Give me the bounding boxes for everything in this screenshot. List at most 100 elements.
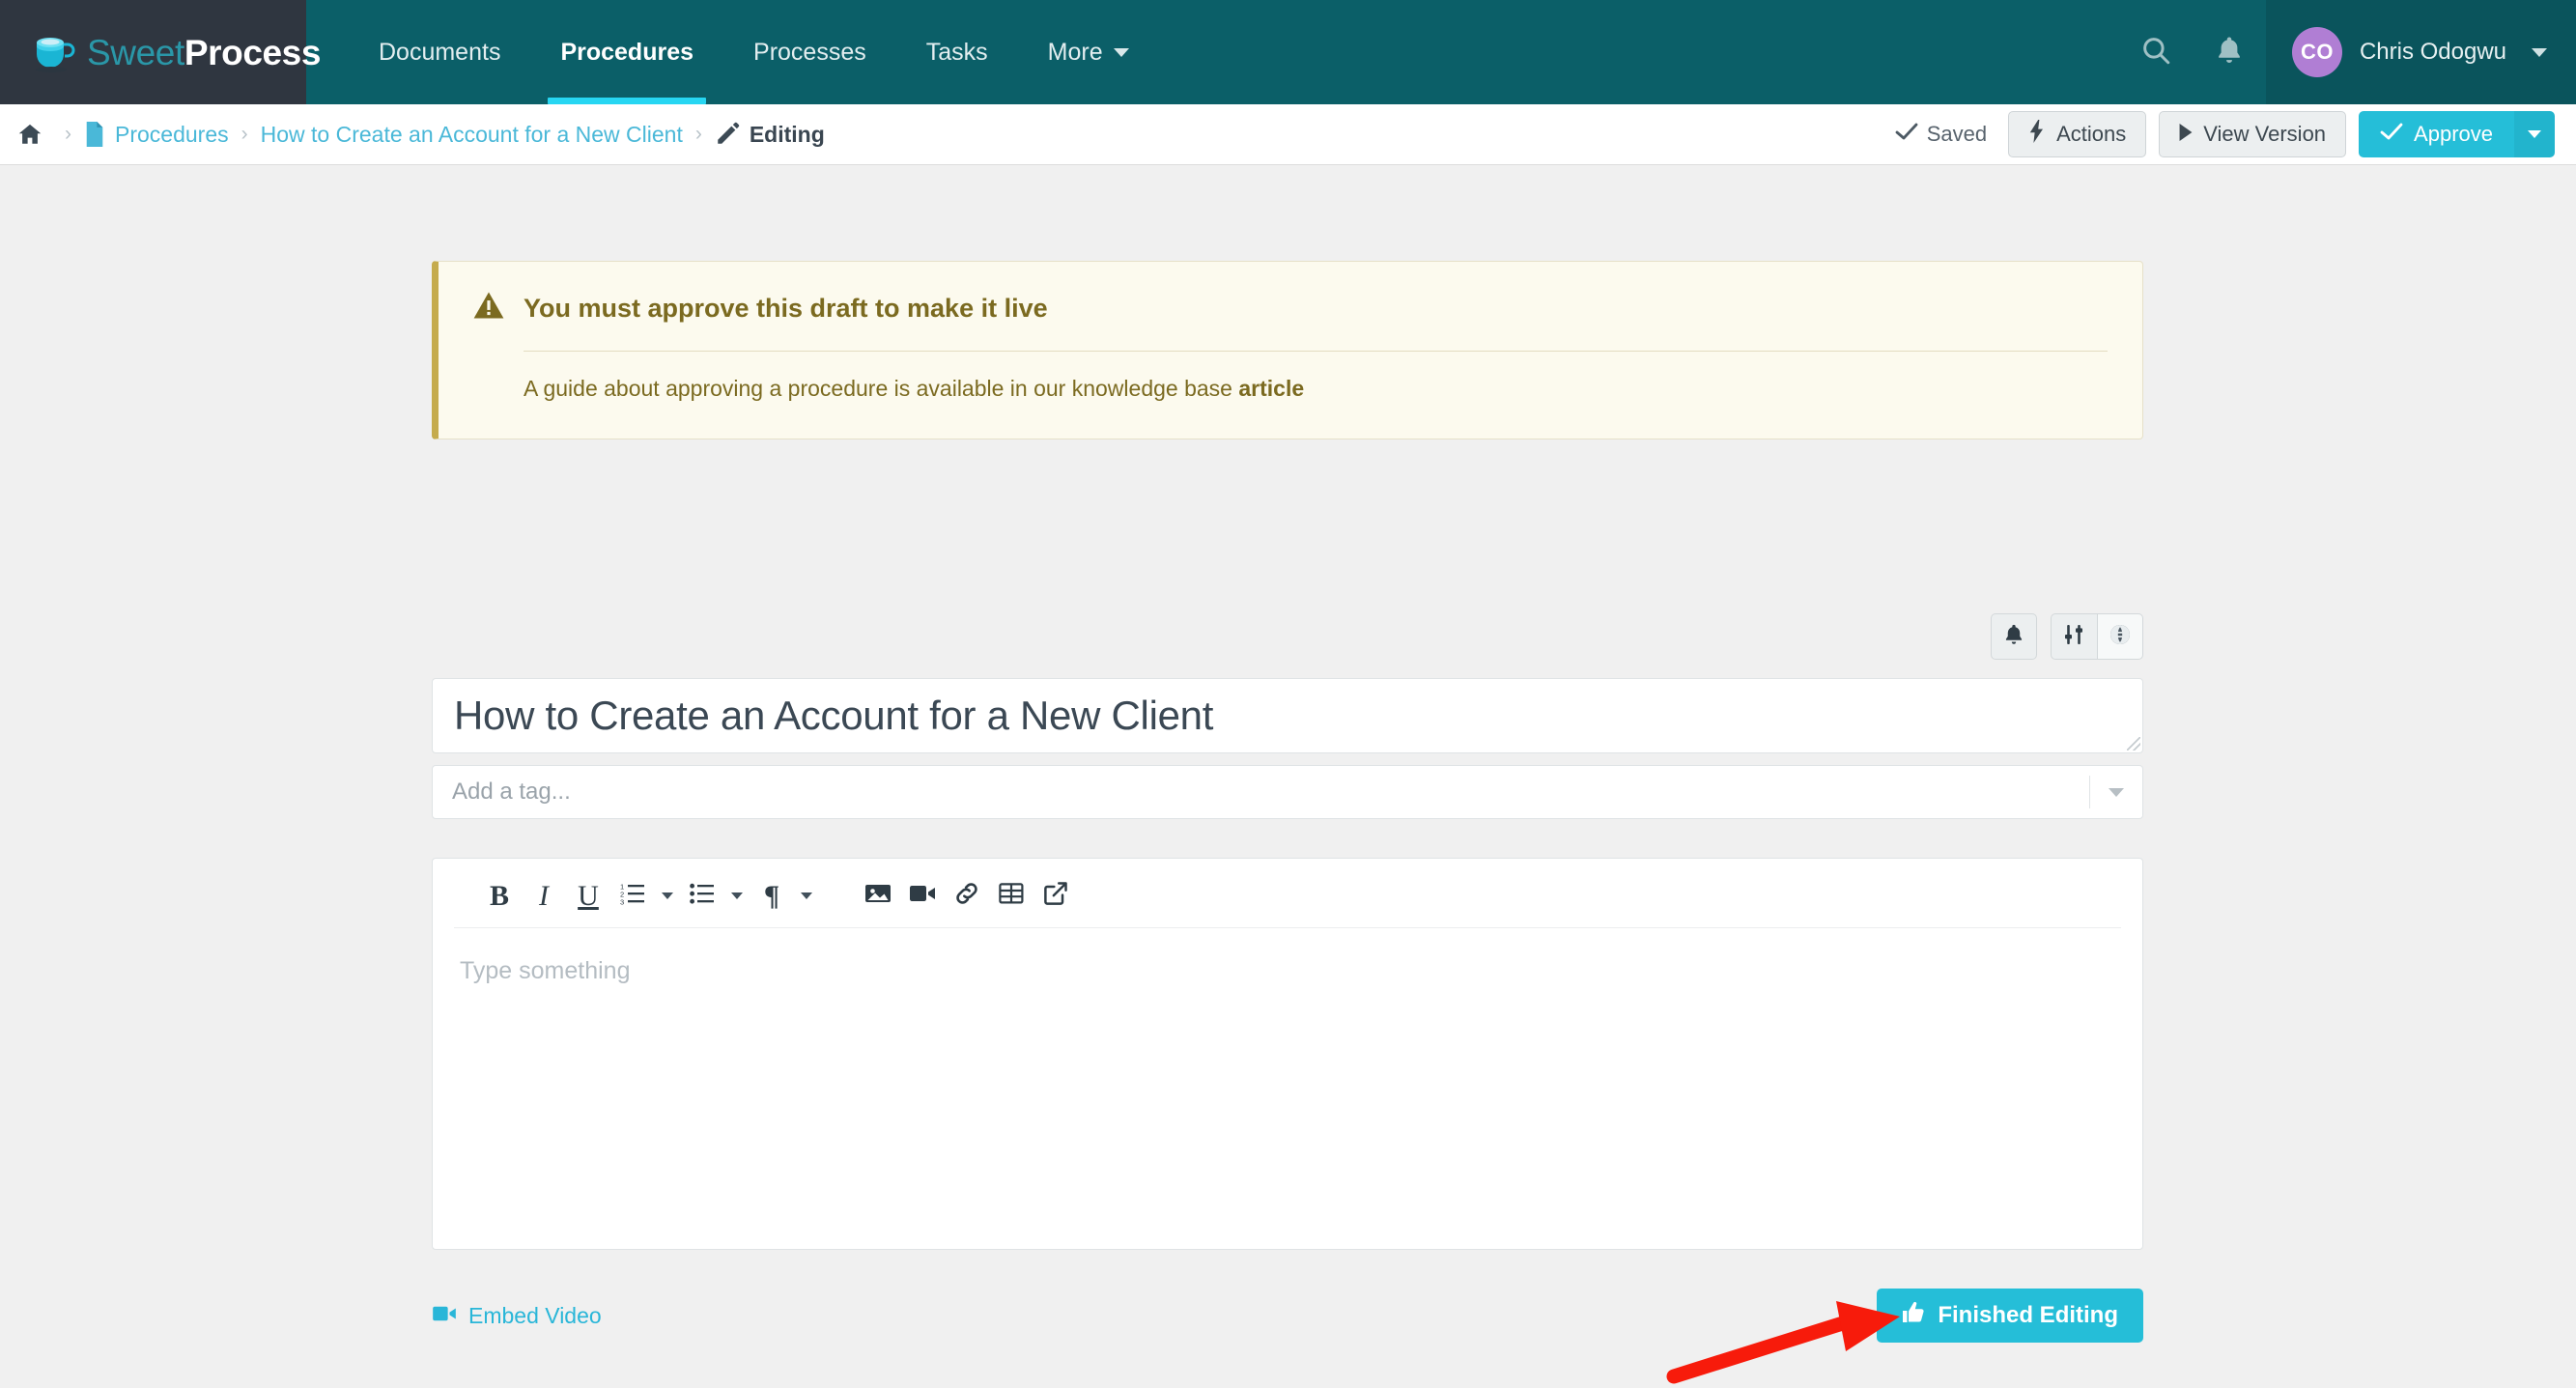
approve-button-group: Approve <box>2359 111 2555 157</box>
chevron-down-icon <box>801 892 812 899</box>
document-options-toolbar <box>432 613 2143 660</box>
home-icon <box>17 122 42 147</box>
procedure-title-field[interactable] <box>432 678 2143 753</box>
ordered-list-button[interactable]: 1 2 3 <box>610 874 655 919</box>
main-nav-items: Documents Procedures Processes Tasks Mor… <box>306 0 1159 104</box>
finished-editing-label: Finished Editing <box>1938 1302 2118 1328</box>
breadcrumb-actions: Saved Actions View Version Approve <box>1895 111 2555 157</box>
globe-icon <box>2109 623 2132 651</box>
brand-wordmark: SweetProcess <box>87 35 321 71</box>
alert-divider <box>524 350 2108 352</box>
external-link-icon <box>1043 881 1068 911</box>
nav-item-tasks[interactable]: Tasks <box>896 0 1018 104</box>
globe-visibility-button[interactable] <box>2097 613 2143 660</box>
breadcrumb-label: Editing <box>749 121 825 147</box>
brand-logo[interactable]: SweetProcess <box>0 0 321 104</box>
alert-header: You must approve this draft to make it l… <box>473 291 2108 326</box>
approve-dropdown-toggle[interactable] <box>2514 111 2555 157</box>
content-editor: B I U 1 2 3 ¶ Type something <box>432 858 2143 1250</box>
editor-content-area[interactable]: Type something <box>433 928 2142 1249</box>
italic-button[interactable]: I <box>522 874 566 919</box>
editor-toolbar: B I U 1 2 3 ¶ <box>454 864 2121 928</box>
view-version-label: View Version <box>2203 122 2327 146</box>
title-input[interactable] <box>454 693 2121 739</box>
nav-item-processes[interactable]: Processes <box>723 0 896 104</box>
insert-video-button[interactable] <box>900 874 945 919</box>
notify-toggle-button[interactable] <box>1991 613 2037 660</box>
approve-draft-alert: You must approve this draft to make it l… <box>432 261 2143 439</box>
open-external-button[interactable] <box>1033 874 1078 919</box>
coffee-cup-icon <box>33 31 77 73</box>
underline-button[interactable]: U <box>566 874 610 919</box>
nav-item-documents[interactable]: Documents <box>349 0 530 104</box>
nav-label: Tasks <box>925 38 988 66</box>
ordered-list-dropdown[interactable] <box>655 874 680 919</box>
tag-input[interactable] <box>433 779 2089 806</box>
nav-label: Processes <box>753 38 866 66</box>
view-version-button[interactable]: View Version <box>2159 111 2347 157</box>
chevron-down-icon <box>731 892 743 899</box>
top-navigation-bar: SweetProcess Documents Procedures Proces… <box>0 0 2576 104</box>
breadcrumb-item-procedures[interactable]: Procedures <box>84 122 229 148</box>
breadcrumb-separator: › <box>694 123 702 145</box>
breadcrumb-separator: › <box>65 123 71 145</box>
view-mode-group <box>2051 613 2143 660</box>
nav-label: Procedures <box>560 38 694 66</box>
bold-button[interactable]: B <box>477 874 522 919</box>
approve-button[interactable]: Approve <box>2359 111 2514 157</box>
alert-body-text: A guide about approving a procedure is a… <box>524 375 1239 401</box>
bullet-list-button[interactable] <box>680 874 724 919</box>
alert-body-link[interactable]: article <box>1238 376 1304 401</box>
bullet-list-icon <box>690 882 715 910</box>
breadcrumb-item-procedure-title[interactable]: How to Create an Account for a New Clien… <box>261 122 683 148</box>
warning-triangle-icon <box>473 291 504 325</box>
finished-editing-button[interactable]: Finished Editing <box>1877 1289 2143 1343</box>
check-icon <box>2380 122 2403 147</box>
breadcrumb-label: How to Create an Account for a New Clien… <box>260 121 683 147</box>
sliders-icon <box>2064 624 2085 650</box>
actions-button[interactable]: Actions <box>2008 111 2147 157</box>
editor-footer: Embed Video Finished Editing <box>432 1287 2143 1345</box>
chevron-down-icon <box>1113 47 1129 57</box>
insert-link-button[interactable] <box>945 874 989 919</box>
paragraph-style-button[interactable]: ¶ <box>750 874 794 919</box>
tag-dropdown-toggle[interactable] <box>2090 787 2142 797</box>
play-icon <box>2179 122 2193 147</box>
video-icon <box>909 883 936 909</box>
saved-label: Saved <box>1926 122 1988 146</box>
link-icon <box>954 881 979 911</box>
search-button[interactable] <box>2119 0 2193 104</box>
breadcrumb-separator: › <box>241 123 248 145</box>
brand-name-part2: Process <box>184 32 322 72</box>
breadcrumb-label: Procedures <box>115 121 229 147</box>
tag-field[interactable] <box>432 765 2143 819</box>
nav-item-procedures[interactable]: Procedures <box>530 0 723 104</box>
ordered-list-icon: 1 2 3 <box>620 882 645 910</box>
video-icon <box>432 1303 457 1329</box>
breadcrumb-item-editing: Editing <box>715 122 825 148</box>
nav-label: More <box>1047 38 1103 66</box>
editor-placeholder: Type something <box>460 957 631 984</box>
embed-video-label: Embed Video <box>468 1302 602 1328</box>
notifications-button[interactable] <box>2193 0 2266 104</box>
svg-text:3: 3 <box>620 898 624 906</box>
bullet-list-dropdown[interactable] <box>724 874 750 919</box>
nav-item-more[interactable]: More <box>1018 0 1159 104</box>
insert-table-button[interactable] <box>989 874 1033 919</box>
user-menu[interactable]: CO Chris Odogwu <box>2265 0 2576 104</box>
alert-title: You must approve this draft to make it l… <box>524 294 1048 323</box>
paragraph-style-dropdown[interactable] <box>794 874 819 919</box>
bell-icon <box>2003 623 2024 651</box>
bolt-icon <box>2028 120 2046 149</box>
table-icon <box>999 882 1024 910</box>
embed-video-link[interactable]: Embed Video <box>432 1303 602 1329</box>
actions-label: Actions <box>2056 122 2127 146</box>
breadcrumb-home[interactable] <box>17 122 52 147</box>
insert-image-button[interactable] <box>856 874 900 919</box>
chevron-down-icon <box>662 892 673 899</box>
avatar: CO <box>2291 27 2342 77</box>
search-icon <box>2139 34 2172 71</box>
resize-handle[interactable] <box>2127 737 2140 751</box>
reorder-steps-button[interactable] <box>2051 613 2097 660</box>
breadcrumb-bar: › Procedures › How to Create an Account … <box>0 104 2576 165</box>
